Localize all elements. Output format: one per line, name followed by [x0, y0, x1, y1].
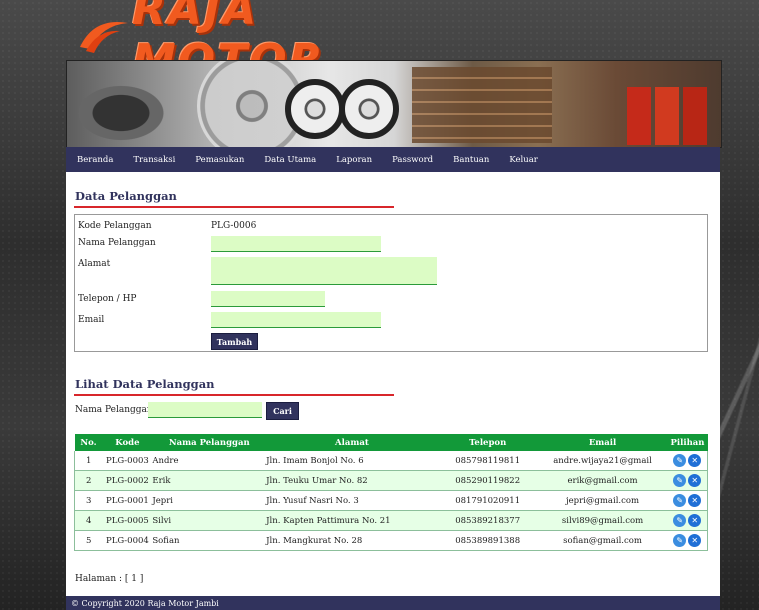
edit-icon[interactable]: ✎ — [673, 534, 687, 547]
search-label: Nama Pelanggan : — [75, 405, 159, 415]
page-wrapper: RAJA MOTOR Beranda Transaksi Pemasukan D… — [66, 0, 722, 610]
email-label: Email — [78, 315, 105, 325]
edit-icon[interactable]: ✎ — [673, 474, 687, 487]
col-header-pilihan: Pilihan — [667, 434, 708, 451]
cell-nama: Sofian — [152, 530, 267, 551]
edit-icon[interactable]: ✎ — [673, 454, 687, 467]
customer-form: Kode Pelanggan PLG-0006 Nama Pelanggan A… — [74, 214, 708, 352]
cell-alamat: Jln. Kapten Pattimura No. 21 — [266, 510, 438, 531]
col-header-no: No. — [74, 434, 103, 451]
delete-icon[interactable]: ✕ — [688, 474, 702, 487]
cell-pilihan: ✎ ✕ — [667, 530, 709, 551]
cell-email: sofian@gmail.com — [537, 530, 668, 551]
site-logo: RAJA MOTOR — [76, 0, 456, 86]
cell-nama: Erik — [152, 470, 267, 491]
list-title: Lihat Data Pelanggan — [75, 377, 215, 391]
cell-alamat: Jln. Imam Bonjol No. 6 — [266, 451, 438, 471]
cell-no: 3 — [74, 490, 103, 511]
delete-icon[interactable]: ✕ — [688, 534, 702, 547]
cell-alamat: Jln. Yusuf Nasri No. 3 — [266, 490, 438, 511]
cell-telepon: 085389891388 — [437, 530, 538, 551]
cell-nama: Silvi — [152, 510, 267, 531]
col-header-telepon: Telepon — [437, 434, 538, 451]
telepon-label: Telepon / HP — [78, 294, 137, 304]
kode-value: PLG-0006 — [211, 221, 257, 231]
col-header-alamat: Alamat — [266, 434, 438, 451]
cell-alamat: Jln. Mangkurat No. 28 — [266, 530, 438, 551]
cell-no: 5 — [74, 530, 103, 551]
main-content: Data Pelanggan Kode Pelanggan PLG-0006 N… — [66, 172, 720, 596]
cell-kode: PLG-0001 — [102, 490, 153, 511]
cell-nama: Jepri — [152, 490, 267, 511]
cell-pilihan: ✎ ✕ — [667, 470, 709, 491]
nav-pemasukan[interactable]: Pemasukan — [185, 155, 254, 165]
form-title: Data Pelanggan — [75, 189, 177, 203]
alamat-textarea[interactable] — [211, 257, 437, 285]
cell-no: 2 — [74, 470, 103, 491]
cell-nama: Andre — [152, 451, 267, 471]
edit-icon[interactable]: ✎ — [673, 514, 687, 527]
delete-icon[interactable]: ✕ — [688, 514, 702, 527]
nav-password[interactable]: Password — [382, 155, 443, 165]
cell-kode: PLG-0005 — [102, 510, 153, 531]
col-header-email: Email — [537, 434, 668, 451]
table-row: 3 PLG-0001 Jepri Jln. Yusuf Nasri No. 3 … — [74, 490, 709, 511]
nav-beranda[interactable]: Beranda — [66, 155, 123, 165]
logo-swirl-icon — [76, 13, 132, 57]
table-header-row: No. Kode Nama Pelanggan Alamat Telepon E… — [74, 434, 708, 451]
footer: © Copyright 2020 Raja Motor Jambi — [66, 596, 720, 610]
kode-label: Kode Pelanggan — [78, 221, 152, 231]
table-row: 4 PLG-0005 Silvi Jln. Kapten Pattimura N… — [74, 510, 709, 531]
nav-keluar[interactable]: Keluar — [499, 155, 547, 165]
main-nav: Beranda Transaksi Pemasukan Data Utama L… — [66, 147, 720, 172]
cell-kode: PLG-0003 — [102, 451, 153, 471]
banner-shop-shelf — [412, 67, 552, 143]
alamat-label: Alamat — [78, 259, 111, 269]
pagination: Halaman : [ 1 ] — [75, 574, 144, 584]
edit-icon[interactable]: ✎ — [673, 494, 687, 507]
col-header-nama: Nama Pelanggan — [152, 434, 267, 451]
telepon-input[interactable] — [211, 291, 325, 307]
table-row: 5 PLG-0004 Sofian Jln. Mangkurat No. 28 … — [74, 530, 709, 551]
tambah-button[interactable]: Tambah — [211, 333, 258, 350]
cell-telepon: 085290119822 — [437, 470, 538, 491]
nav-data-utama[interactable]: Data Utama — [254, 155, 326, 165]
cell-no: 1 — [74, 451, 103, 471]
cell-kode: PLG-0002 — [102, 470, 153, 491]
nav-laporan[interactable]: Laporan — [326, 155, 382, 165]
cell-alamat: Jln. Teuku Umar No. 82 — [266, 470, 438, 491]
cell-pilihan: ✎ ✕ — [667, 490, 709, 511]
nama-input[interactable] — [211, 236, 381, 252]
cell-email: erik@gmail.com — [537, 470, 668, 491]
cell-telepon: 085389218377 — [437, 510, 538, 531]
list-title-underline — [74, 394, 394, 396]
search-input[interactable] — [148, 402, 262, 418]
cell-kode: PLG-0004 — [102, 530, 153, 551]
table-row: 2 PLG-0002 Erik Jln. Teuku Umar No. 82 0… — [74, 470, 709, 491]
cell-email: jepri@gmail.com — [537, 490, 668, 511]
cari-button[interactable]: Cari — [266, 402, 299, 420]
cell-pilihan: ✎ ✕ — [667, 451, 709, 471]
banner-motorcycle — [77, 71, 187, 141]
cell-no: 4 — [74, 510, 103, 531]
cell-email: andre.wijaya21@gmail — [537, 451, 668, 471]
nav-bantuan[interactable]: Bantuan — [443, 155, 499, 165]
nama-label: Nama Pelanggan — [78, 238, 156, 248]
table-row: 1 PLG-0003 Andre Jln. Imam Bonjol No. 6 … — [74, 451, 709, 471]
nav-transaksi[interactable]: Transaksi — [123, 155, 185, 165]
cell-pilihan: ✎ ✕ — [667, 510, 709, 531]
customer-table: No. Kode Nama Pelanggan Alamat Telepon E… — [74, 434, 709, 551]
col-header-kode: Kode — [102, 434, 153, 451]
cell-email: silvi89@gmail.com — [537, 510, 668, 531]
cell-telepon: 085798119811 — [437, 451, 538, 471]
cell-telepon: 081791020911 — [437, 490, 538, 511]
banner-oil-drums — [627, 87, 707, 145]
delete-icon[interactable]: ✕ — [688, 454, 702, 467]
delete-icon[interactable]: ✕ — [688, 494, 702, 507]
header-banner-image — [66, 60, 722, 148]
banner-wheel-2 — [339, 79, 399, 139]
email-input[interactable] — [211, 312, 381, 328]
form-title-underline — [74, 206, 394, 208]
banner-wheel-1 — [285, 79, 345, 139]
